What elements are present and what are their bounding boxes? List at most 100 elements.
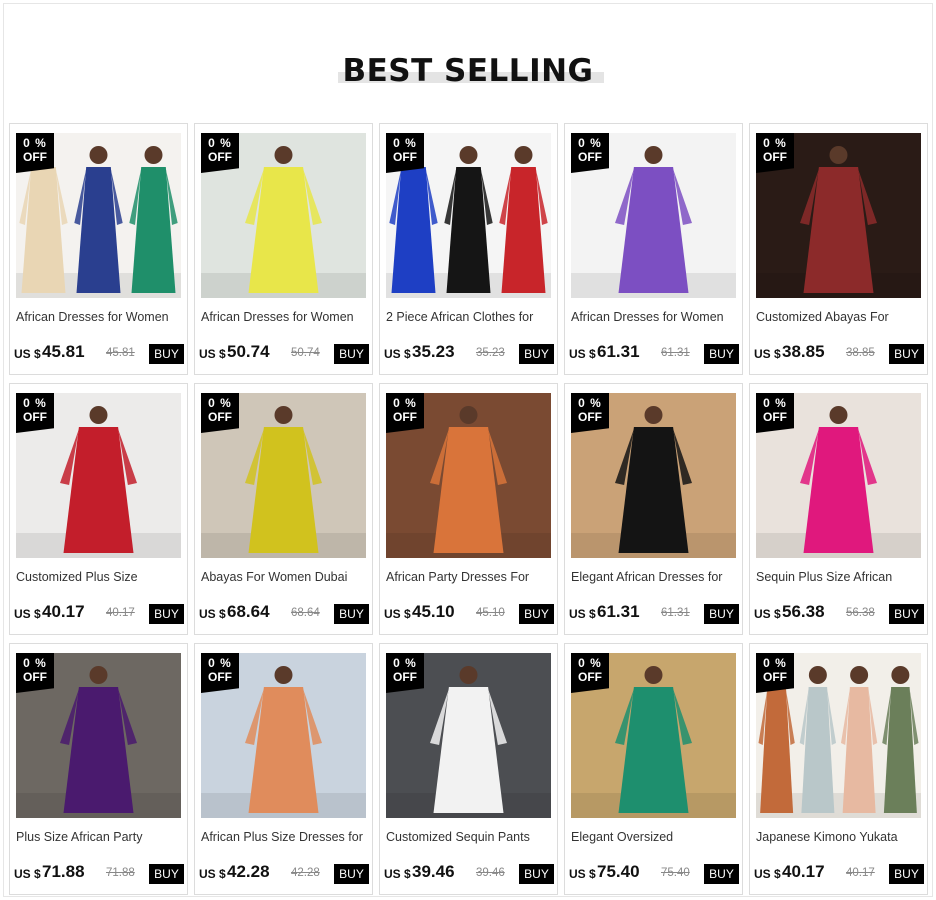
discount-percent: 0 %	[578, 136, 602, 150]
buy-button[interactable]: BUY	[889, 864, 924, 884]
price-row: US $42.28 42.28 BUY	[199, 862, 369, 884]
discount-percent: 0 %	[578, 656, 602, 670]
discount-badge: 0 % OFF	[201, 133, 239, 173]
price-row: US $61.31 61.31 BUY	[569, 342, 739, 364]
product-name[interactable]: African Dresses for Women	[201, 310, 369, 324]
discount-badge: 0 % OFF	[571, 653, 609, 693]
discount-badge: 0 % OFF	[386, 393, 424, 433]
product-name[interactable]: African Plus Size Dresses for	[201, 830, 369, 844]
discount-badge: 0 % OFF	[201, 653, 239, 693]
sale-price: 61.31	[597, 342, 640, 361]
price-row: US $50.74 50.74 BUY	[199, 342, 369, 364]
product-card[interactable]: 0 % OFF Elegant Oversized US $75.40 75.40 BUY	[564, 643, 743, 895]
original-price: 68.64	[291, 607, 320, 619]
product-card[interactable]: 0 % OFF Abayas For Women Dubai US $68.64 68.…	[194, 383, 373, 635]
currency-label: US $	[384, 607, 411, 621]
sale-price: 45.81	[42, 342, 85, 361]
product-name[interactable]: African Party Dresses For	[386, 570, 554, 584]
buy-button[interactable]: BUY	[519, 344, 554, 364]
currency-label: US $	[569, 347, 596, 361]
discount-badge: 0 % OFF	[756, 653, 794, 693]
product-name[interactable]: Japanese Kimono Yukata	[756, 830, 924, 844]
discount-percent: 0 %	[578, 396, 602, 410]
price-row: US $45.10 45.10 BUY	[384, 602, 554, 624]
product-card[interactable]: 0 % OFF African Dresses for Women US $50.74…	[194, 123, 373, 375]
original-price: 40.17	[846, 867, 875, 879]
discount-percent: 0 %	[393, 396, 417, 410]
buy-button[interactable]: BUY	[149, 604, 184, 624]
buy-button[interactable]: BUY	[704, 604, 739, 624]
original-price: 56.38	[846, 607, 875, 619]
buy-button[interactable]: BUY	[704, 344, 739, 364]
discount-off-label: OFF	[578, 150, 602, 164]
sale-price: 39.46	[412, 862, 455, 881]
discount-percent: 0 %	[763, 136, 787, 150]
product-name[interactable]: Sequin Plus Size African	[756, 570, 924, 584]
sale-price: 42.28	[227, 862, 270, 881]
product-name[interactable]: Customized Plus Size	[16, 570, 184, 584]
currency-label: US $	[569, 607, 596, 621]
currency-label: US $	[384, 867, 411, 881]
sale-price: 56.38	[782, 602, 825, 621]
discount-percent: 0 %	[393, 136, 417, 150]
product-card[interactable]: 0 % OFF Plus Size African Party US $71.88 71…	[9, 643, 188, 895]
sale-price: 38.85	[782, 342, 825, 361]
product-card[interactable]: 0 % OFF Customized Sequin Pants US $39.46 39…	[379, 643, 558, 895]
buy-button[interactable]: BUY	[149, 864, 184, 884]
buy-button[interactable]: BUY	[704, 864, 739, 884]
product-card[interactable]: 0 % OFF 2 Piece African Clothes for US $35.…	[379, 123, 558, 375]
buy-button[interactable]: BUY	[519, 864, 554, 884]
currency-label: US $	[754, 867, 781, 881]
discount-off-label: OFF	[23, 410, 47, 424]
buy-button[interactable]: BUY	[334, 864, 369, 884]
product-card[interactable]: 0 % OFF Sequin Plus Size African US $56.38 5…	[749, 383, 928, 635]
buy-button[interactable]: BUY	[519, 604, 554, 624]
buy-button[interactable]: BUY	[334, 344, 369, 364]
product-name[interactable]: African Dresses for Women	[16, 310, 184, 324]
product-card[interactable]: 0 % OFF African Dresses for Women US $61.31…	[564, 123, 743, 375]
product-card[interactable]: 0 % OFF Customized Abayas For US $38.85 38.8…	[749, 123, 928, 375]
discount-badge: 0 % OFF	[16, 653, 54, 693]
product-card[interactable]: 0 % OFF Customized Plus Size US $40.17 40.17…	[9, 383, 188, 635]
sale-price: 75.40	[597, 862, 640, 881]
product-card[interactable]: 0 % OFF Elegant African Dresses for US $61.…	[564, 383, 743, 635]
product-card[interactable]: 0 % OFF Japanese Kimono Yukata US $40.17 40.…	[749, 643, 928, 895]
discount-percent: 0 %	[23, 656, 47, 670]
product-name[interactable]: Elegant Oversized	[571, 830, 739, 844]
sale-price: 71.88	[42, 862, 85, 881]
original-price: 71.88	[106, 867, 135, 879]
price-row: US $39.46 39.46 BUY	[384, 862, 554, 884]
buy-button[interactable]: BUY	[889, 604, 924, 624]
buy-button[interactable]: BUY	[889, 344, 924, 364]
discount-percent: 0 %	[208, 396, 232, 410]
product-name[interactable]: Abayas For Women Dubai	[201, 570, 369, 584]
original-price: 61.31	[661, 347, 690, 359]
sale-price: 45.10	[412, 602, 455, 621]
product-name[interactable]: African Dresses for Women	[571, 310, 739, 324]
currency-label: US $	[199, 607, 226, 621]
original-price: 75.40	[661, 867, 690, 879]
discount-percent: 0 %	[23, 396, 47, 410]
buy-button[interactable]: BUY	[149, 344, 184, 364]
product-name[interactable]: Elegant African Dresses for	[571, 570, 739, 584]
discount-off-label: OFF	[393, 410, 417, 424]
product-name[interactable]: Customized Sequin Pants	[386, 830, 554, 844]
product-name[interactable]: 2 Piece African Clothes for	[386, 310, 554, 324]
buy-button[interactable]: BUY	[334, 604, 369, 624]
product-card[interactable]: 0 % OFF African Plus Size Dresses for US $4…	[194, 643, 373, 895]
section-title: BEST SELLING	[342, 53, 594, 89]
currency-label: US $	[384, 347, 411, 361]
product-name[interactable]: Customized Abayas For	[756, 310, 924, 324]
product-card[interactable]: 0 % OFF African Dresses for Women US $45.81…	[9, 123, 188, 375]
price-row: US $38.85 38.85 BUY	[754, 342, 924, 364]
product-name[interactable]: Plus Size African Party	[16, 830, 184, 844]
sale-price: 40.17	[782, 862, 825, 881]
discount-badge: 0 % OFF	[756, 393, 794, 433]
section-header: BEST SELLING	[4, 52, 932, 92]
discount-off-label: OFF	[23, 150, 47, 164]
discount-badge: 0 % OFF	[16, 133, 54, 173]
original-price: 42.28	[291, 867, 320, 879]
product-card[interactable]: 0 % OFF African Party Dresses For US $45.10…	[379, 383, 558, 635]
price-row: US $35.23 35.23 BUY	[384, 342, 554, 364]
discount-off-label: OFF	[208, 670, 232, 684]
